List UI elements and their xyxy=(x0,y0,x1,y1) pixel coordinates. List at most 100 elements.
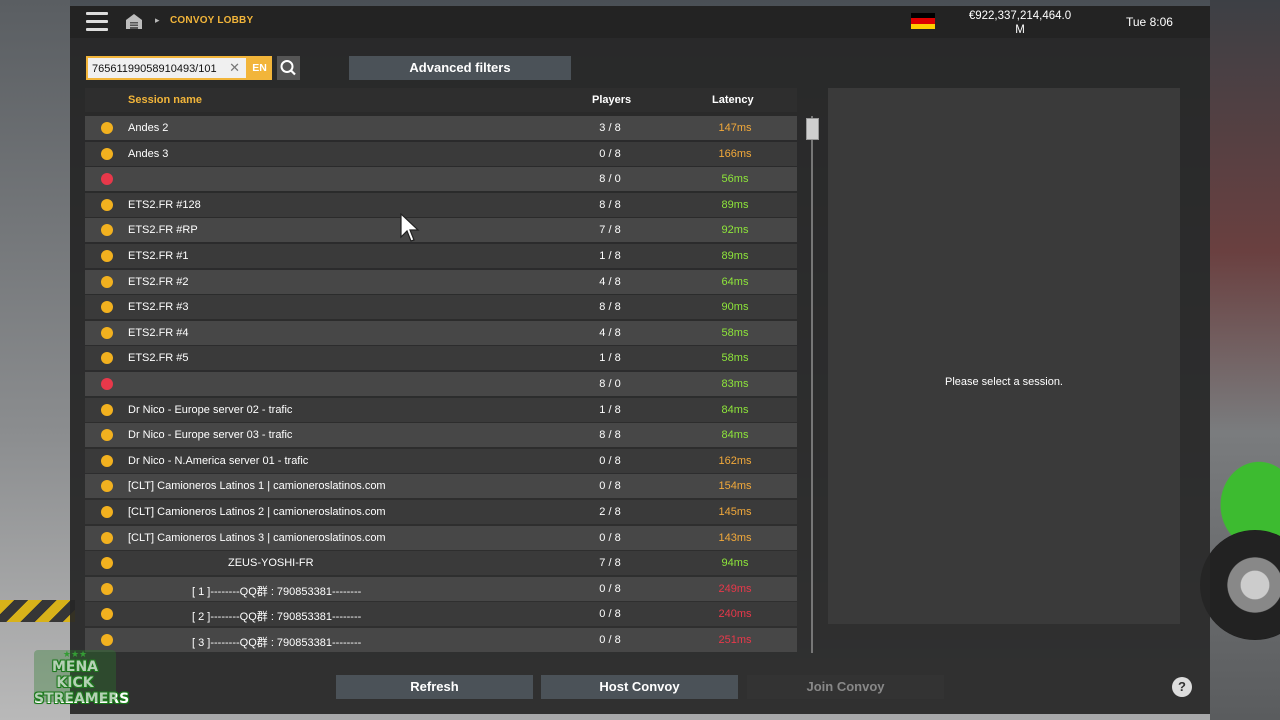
table-row[interactable]: ZEUS-YOSHI-FR 7 / 8 94ms xyxy=(85,551,797,576)
online-status-icon xyxy=(101,275,113,288)
host-convoy-button[interactable]: Host Convoy xyxy=(541,675,738,699)
session-latency: 64ms xyxy=(721,275,749,288)
table-row[interactable]: Andes 3 0 / 8 166ms xyxy=(85,141,797,166)
join-convoy-button[interactable]: Join Convoy xyxy=(747,675,944,699)
breadcrumb: CONVOY LOBBY xyxy=(170,15,254,26)
online-status-icon xyxy=(101,582,113,595)
table-row[interactable]: Dr Nico - N.America server 01 - trafic 0 … xyxy=(85,448,797,473)
session-name: Andes 2 xyxy=(128,122,169,134)
table-row[interactable]: ETS2.FR #3 8 / 8 90ms xyxy=(85,295,797,320)
chevron-right-icon: ▸ xyxy=(155,15,160,25)
session-latency: 89ms xyxy=(721,250,749,262)
session-latency: 249ms xyxy=(718,582,752,595)
table-row[interactable]: 8 / 0 56ms xyxy=(85,167,797,192)
search-icon xyxy=(280,60,296,76)
session-name: [ 1 ]--------QQ群 : 790853381-------- xyxy=(192,585,362,598)
table-row[interactable]: [ 2 ]--------QQ群 : 790853381-------- 0 / … xyxy=(85,602,797,627)
session-latency: 84ms xyxy=(721,429,749,442)
german-flag-icon xyxy=(911,13,935,29)
language-button[interactable]: EN xyxy=(247,56,272,80)
search-input[interactable] xyxy=(92,61,224,77)
table-row[interactable]: ETS2.FR #4 4 / 8 58ms xyxy=(85,320,797,345)
game-clock: Tue 8:06 xyxy=(1126,15,1173,29)
scrollbar-track[interactable] xyxy=(811,116,813,653)
session-name: Dr Nico - N.America server 01 - trafic xyxy=(128,454,309,467)
session-latency: 240ms xyxy=(718,608,752,621)
session-latency: 251ms xyxy=(718,634,752,646)
column-latency[interactable]: Latency xyxy=(712,94,754,106)
table-row[interactable]: Andes 2 3 / 8 147ms xyxy=(85,116,797,140)
session-players: 1 / 8 xyxy=(599,403,621,416)
search-field[interactable]: ✕ xyxy=(86,56,248,80)
session-name: Dr Nico - Europe server 02 - trafic xyxy=(128,403,293,416)
menu-icon[interactable] xyxy=(86,12,108,32)
session-players: 0 / 8 xyxy=(599,582,621,595)
online-status-icon xyxy=(101,122,113,134)
table-row[interactable]: ETS2.FR #1 1 / 8 89ms xyxy=(85,244,797,268)
refresh-button[interactable]: Refresh xyxy=(336,675,533,699)
session-players: 1 / 8 xyxy=(599,352,621,365)
online-status-icon xyxy=(101,301,113,314)
table-row[interactable]: [CLT] Camioneros Latinos 1 | camionerosl… xyxy=(85,474,797,499)
online-status-icon xyxy=(101,557,113,570)
clear-icon[interactable]: ✕ xyxy=(229,60,240,76)
advanced-filters-button[interactable]: Advanced filters xyxy=(349,56,571,80)
scrollbar-thumb[interactable] xyxy=(806,118,819,140)
table-row[interactable]: Dr Nico - Europe server 02 - trafic 1 / 8… xyxy=(85,397,797,422)
table-row[interactable]: [CLT] Camioneros Latinos 2 | camionerosl… xyxy=(85,500,797,524)
session-latency: 154ms xyxy=(718,480,752,493)
session-players: 4 / 8 xyxy=(599,326,621,339)
session-players: 0 / 8 xyxy=(599,608,621,621)
session-players: 4 / 8 xyxy=(599,275,621,288)
table-row[interactable]: Dr Nico - Europe server 03 - trafic 8 / 8… xyxy=(85,423,797,448)
session-players: 0 / 8 xyxy=(599,634,621,646)
table-row[interactable]: 8 / 0 83ms xyxy=(85,372,797,396)
session-name: [CLT] Camioneros Latinos 2 | camionerosl… xyxy=(128,506,386,518)
table-row[interactable]: ETS2.FR #RP 7 / 8 92ms xyxy=(85,218,797,243)
session-players: 7 / 8 xyxy=(599,224,621,237)
money-value: €922,337,214,464.0 xyxy=(968,10,1072,22)
table-row[interactable]: ETS2.FR #128 8 / 8 89ms xyxy=(85,192,797,217)
session-latency: 58ms xyxy=(721,326,749,339)
session-players: 0 / 8 xyxy=(599,531,621,544)
online-status-icon xyxy=(101,147,113,160)
session-name: Andes 3 xyxy=(128,147,169,160)
search-button[interactable] xyxy=(277,56,300,80)
offline-status-icon xyxy=(101,173,113,186)
session-players: 7 / 8 xyxy=(599,557,621,570)
online-status-icon xyxy=(101,480,113,493)
session-latency: 89ms xyxy=(721,198,749,211)
session-name: ETS2.FR #1 xyxy=(128,250,189,262)
table-header: Session name Players Latency xyxy=(85,88,797,112)
online-status-icon xyxy=(101,250,113,262)
session-name: ETS2.FR #3 xyxy=(128,301,189,314)
garage-icon[interactable] xyxy=(125,12,143,30)
table-row[interactable]: [ 3 ]--------QQ群 : 790853381-------- 0 / … xyxy=(85,628,797,652)
online-status-icon xyxy=(101,403,113,416)
mouse-cursor-icon xyxy=(400,213,420,242)
session-latency: 166ms xyxy=(718,147,752,160)
session-latency: 143ms xyxy=(718,531,752,544)
session-name: [CLT] Camioneros Latinos 3 | camionerosl… xyxy=(128,531,386,544)
table-row[interactable]: ETS2.FR #2 4 / 8 64ms xyxy=(85,269,797,294)
table-row[interactable]: [CLT] Camioneros Latinos 3 | camionerosl… xyxy=(85,525,797,550)
table-row[interactable]: [ 1 ]--------QQ群 : 790853381-------- 0 / … xyxy=(85,576,797,601)
online-status-icon xyxy=(101,608,113,621)
online-status-icon xyxy=(101,531,113,544)
column-players[interactable]: Players xyxy=(592,94,631,106)
money-unit: M xyxy=(1015,24,1025,36)
session-players: 8 / 8 xyxy=(599,198,621,211)
streamer-logo: ★★★ MENA KICK STREAMERS xyxy=(34,650,129,707)
session-players: 1 / 8 xyxy=(599,250,621,262)
table-row[interactable]: ETS2.FR #5 1 / 8 58ms xyxy=(85,346,797,371)
session-table: Session name Players Latency Andes 2 3 / … xyxy=(85,88,797,653)
session-name: [CLT] Camioneros Latinos 1 | camionerosl… xyxy=(128,480,386,493)
session-latency: 162ms xyxy=(718,454,752,467)
help-icon[interactable]: ? xyxy=(1172,677,1192,697)
session-players: 8 / 8 xyxy=(599,429,621,442)
online-status-icon xyxy=(101,198,113,211)
session-name: ETS2.FR #128 xyxy=(128,198,201,211)
session-players: 8 / 0 xyxy=(599,378,621,390)
column-session-name[interactable]: Session name xyxy=(128,94,202,106)
session-players: 0 / 8 xyxy=(599,147,621,160)
